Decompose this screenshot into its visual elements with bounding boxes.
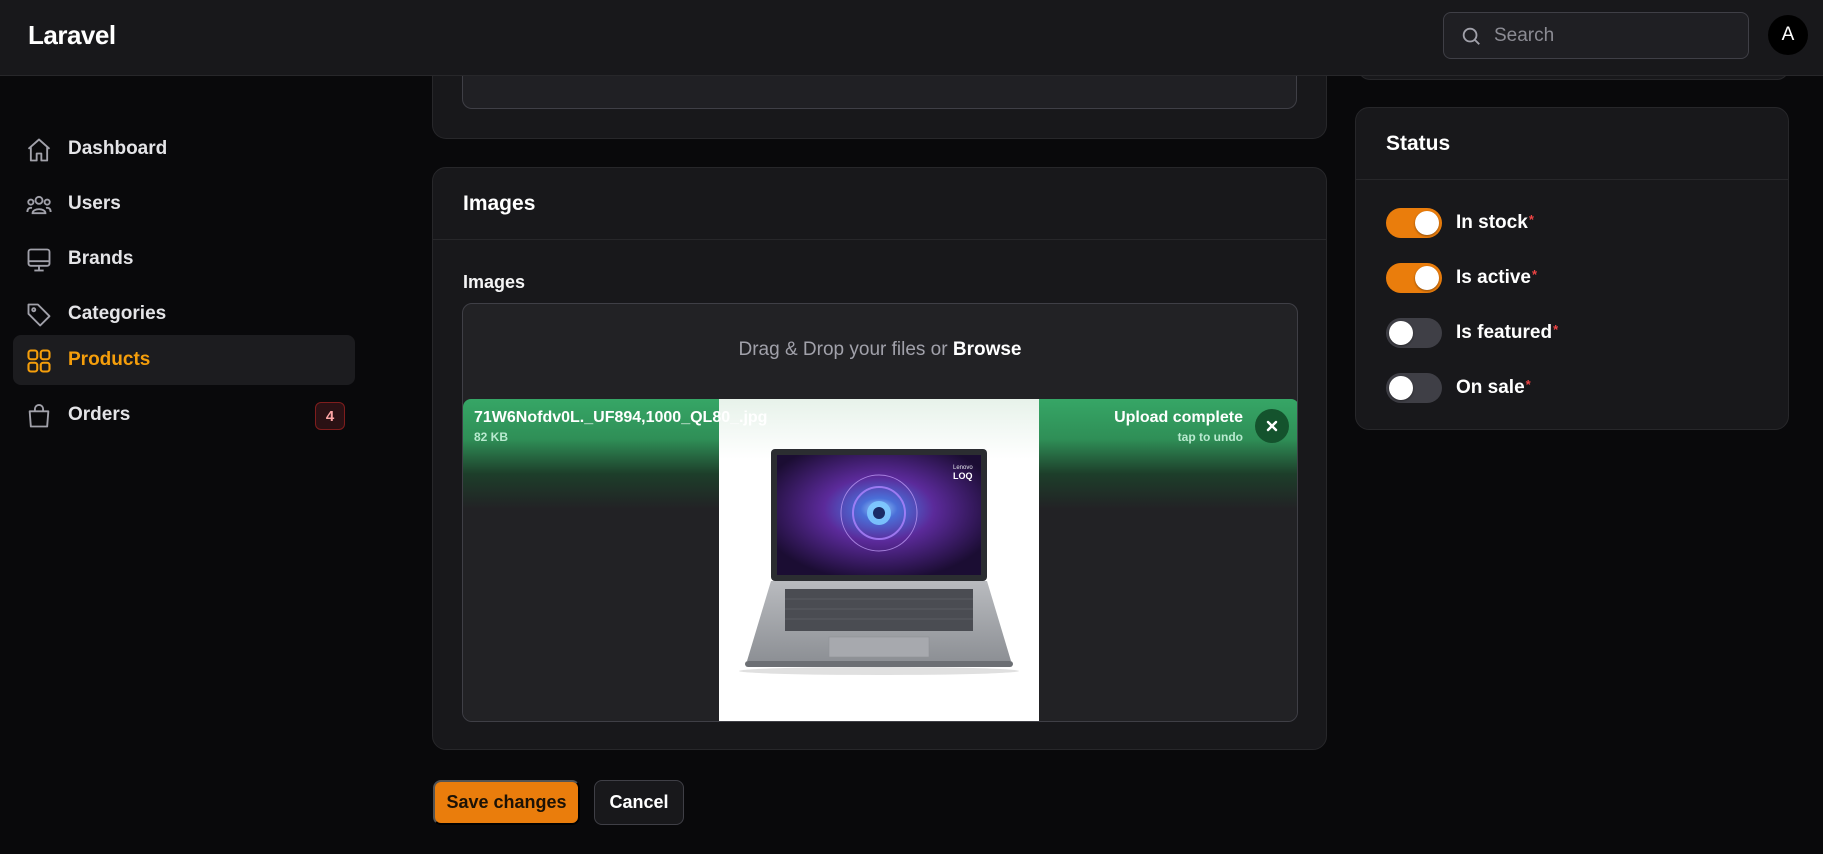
toggle-label-text: In stock bbox=[1456, 212, 1528, 233]
sidebar-item-label: Products bbox=[68, 349, 151, 370]
sidebar-item-label: Categories bbox=[68, 303, 167, 324]
users-icon bbox=[26, 195, 52, 215]
undo-hint[interactable]: tap to undo bbox=[1178, 430, 1243, 444]
is-active-toggle[interactable] bbox=[1386, 263, 1442, 293]
status-section: Status In stock* Is active* Is featured*… bbox=[1355, 107, 1789, 430]
toggle-knob bbox=[1415, 266, 1439, 290]
toggle-label-text: Is featured bbox=[1456, 322, 1553, 343]
dropzone-instruction: Drag & Drop your files or bbox=[738, 339, 948, 360]
upload-status: Upload complete bbox=[1114, 409, 1243, 426]
toggle-label-text: Is active bbox=[1456, 267, 1531, 288]
remove-file-button[interactable] bbox=[1255, 409, 1289, 443]
sidebar-item-label: Users bbox=[68, 193, 121, 214]
toggle-label: On sale* bbox=[1456, 377, 1531, 399]
browse-link[interactable]: Browse bbox=[953, 339, 1022, 360]
search-input[interactable] bbox=[1494, 23, 1734, 49]
section-title: Status bbox=[1386, 132, 1451, 155]
sidebar-item-orders[interactable]: Orders 4 bbox=[13, 390, 355, 440]
on-sale-toggle[interactable] bbox=[1386, 373, 1442, 403]
home-icon bbox=[27, 138, 51, 162]
cancel-button[interactable]: Cancel bbox=[594, 780, 684, 825]
squares-icon bbox=[27, 349, 51, 373]
toggle-knob bbox=[1415, 211, 1439, 235]
sidebar-item-categories[interactable]: Categories bbox=[13, 289, 355, 339]
sidebar-item-brands[interactable]: Brands bbox=[13, 234, 355, 284]
sidebar-item-products[interactable]: Products bbox=[13, 335, 355, 385]
required-marker: * bbox=[1532, 267, 1538, 282]
toggle-label: Is featured* bbox=[1456, 322, 1558, 344]
sidebar-item-dashboard[interactable]: Dashboard bbox=[13, 124, 355, 174]
search-icon bbox=[1462, 27, 1480, 45]
file-dropzone[interactable]: Drag & Drop your files or Browse Lenovo … bbox=[462, 303, 1298, 722]
sidebar-item-label: Orders bbox=[68, 404, 131, 425]
sidebar-item-label: Dashboard bbox=[68, 138, 168, 159]
uploaded-file-item: Lenovo LOQ 71W6Nofdv0L._UF894,1000_QL80_… bbox=[463, 399, 1297, 721]
orders-count-badge: 4 bbox=[315, 402, 345, 430]
top-bar: Laravel A bbox=[0, 0, 1823, 76]
toggle-knob bbox=[1389, 321, 1413, 345]
toggle-label: In stock* bbox=[1456, 212, 1534, 234]
required-marker: * bbox=[1525, 377, 1531, 392]
in-stock-toggle[interactable] bbox=[1386, 208, 1442, 238]
file-name: 71W6Nofdv0L._UF894,1000_QL80_.jpg bbox=[474, 409, 768, 426]
sidebar-item-users[interactable]: Users bbox=[13, 179, 355, 229]
dropzone-text: Drag & Drop your files or Browse bbox=[463, 339, 1297, 361]
toggle-label: Is active* bbox=[1456, 267, 1537, 289]
is-featured-toggle[interactable] bbox=[1386, 318, 1442, 348]
file-size: 82 KB bbox=[474, 430, 509, 444]
toggle-label-text: On sale bbox=[1456, 377, 1525, 398]
sidebar: Dashboard Users Brands Categories Produc… bbox=[0, 76, 368, 854]
required-marker: * bbox=[1528, 212, 1534, 227]
save-changes-button[interactable]: Save changes bbox=[433, 780, 580, 825]
section-header: Images bbox=[433, 168, 1326, 240]
tag-icon bbox=[27, 303, 51, 327]
sidebar-item-label: Brands bbox=[68, 248, 134, 269]
images-field-label: Images bbox=[463, 272, 526, 292]
section-title: Images bbox=[463, 192, 536, 215]
toggle-knob bbox=[1389, 376, 1413, 400]
loq-text: LOQ bbox=[953, 471, 973, 481]
search-box[interactable] bbox=[1443, 12, 1749, 59]
brand-logo[interactable]: Laravel bbox=[28, 20, 116, 51]
required-marker: * bbox=[1553, 322, 1559, 337]
monitor-icon bbox=[27, 248, 51, 272]
laptop-image: Lenovo LOQ bbox=[739, 449, 1019, 675]
avatar[interactable]: A bbox=[1768, 15, 1808, 55]
close-icon bbox=[1266, 420, 1278, 432]
images-section: Images Images Drag & Drop your files or … bbox=[432, 167, 1327, 750]
image-preview: Lenovo LOQ bbox=[719, 399, 1039, 721]
section-header: Status bbox=[1356, 108, 1788, 180]
shopping-bag-icon bbox=[28, 404, 50, 428]
